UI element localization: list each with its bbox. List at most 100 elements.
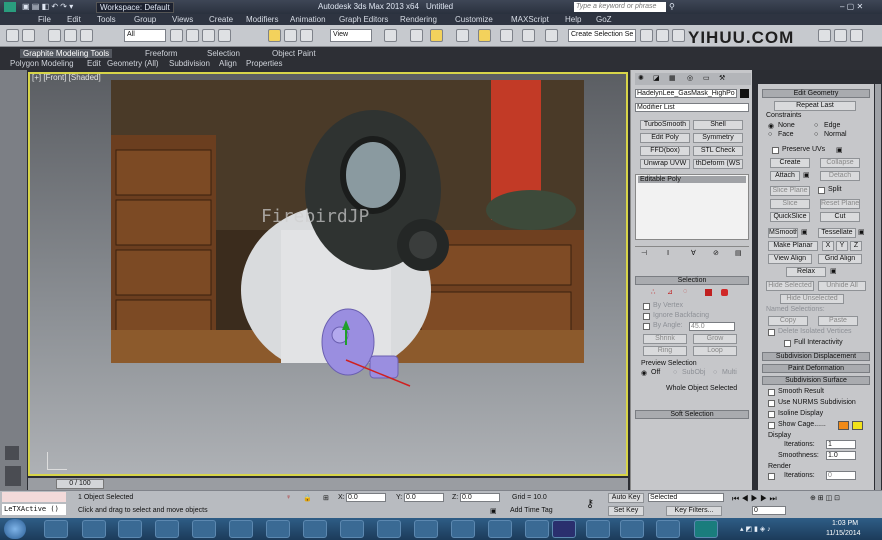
- show-cage-checkbox[interactable]: [768, 422, 775, 429]
- edit-geometry-header[interactable]: Edit Geometry: [762, 89, 870, 98]
- menu-edit[interactable]: Edit: [67, 15, 81, 24]
- 3dsmax-taskbar-icon[interactable]: [694, 520, 718, 538]
- turbosmooth-button[interactable]: TurboSmooth: [640, 120, 690, 130]
- msmooth-settings-icon[interactable]: ▣: [801, 228, 808, 236]
- tab-graphite-modeling-tools[interactable]: Graphite Modeling Tools: [20, 49, 113, 58]
- panel-align[interactable]: Align: [219, 59, 237, 68]
- by-angle-checkbox[interactable]: [643, 323, 650, 330]
- current-frame-field[interactable]: 0: [752, 506, 786, 515]
- maxscript-mini-icon[interactable]: [5, 446, 19, 460]
- gas-mask-model[interactable]: [300, 300, 430, 395]
- preview-off-radio[interactable]: ◉: [641, 369, 647, 377]
- app6-taskbar-icon[interactable]: [229, 520, 253, 538]
- object-name-field[interactable]: HadelynLee_GasMask_HighPo: [635, 89, 737, 98]
- app17-taskbar-icon[interactable]: [620, 520, 644, 538]
- app10-taskbar-icon[interactable]: [377, 520, 401, 538]
- hide-selected-button[interactable]: Hide Selected: [766, 281, 814, 291]
- vertex-level-icon[interactable]: ∴: [651, 288, 655, 296]
- menu-create[interactable]: Create: [209, 15, 233, 24]
- add-time-tag-button[interactable]: Add Time Tag: [510, 507, 553, 514]
- render-iterations-field[interactable]: 0: [826, 471, 856, 480]
- relax-settings-icon[interactable]: ▣: [830, 267, 837, 275]
- tab-selection[interactable]: Selection: [207, 49, 240, 58]
- selection-rollout-header[interactable]: Selection: [635, 276, 749, 285]
- bind-space-warp-icon[interactable]: [80, 29, 93, 42]
- app11-taskbar-icon[interactable]: [414, 520, 438, 538]
- isoline-display-checkbox[interactable]: [768, 411, 775, 418]
- thdeform-button[interactable]: thDeform (WS: [693, 159, 743, 169]
- ignore-backfacing-checkbox[interactable]: [643, 313, 650, 320]
- collapse-button[interactable]: Collapse: [820, 158, 860, 168]
- x-coordinate-field[interactable]: 0.0: [346, 493, 386, 502]
- paint-deformation-header[interactable]: Paint Deformation: [762, 364, 870, 373]
- make-planar-x-button[interactable]: X: [822, 241, 834, 251]
- panel-polygon-modeling[interactable]: Polygon Modeling: [10, 59, 74, 68]
- render-setup-icon[interactable]: [818, 29, 831, 42]
- mirror-icon[interactable]: [640, 29, 653, 42]
- system-tray-icons[interactable]: ▴ ◩ ▮ ◈ ♪: [740, 525, 771, 533]
- edit-named-selection-icon[interactable]: [545, 29, 558, 42]
- dropbox-taskbar-icon[interactable]: [525, 520, 549, 538]
- firefox-taskbar-icon[interactable]: [44, 520, 68, 538]
- maxscript-listener-pink[interactable]: [2, 492, 66, 502]
- panel-edit[interactable]: Edit: [87, 59, 101, 68]
- modify-tab-icon[interactable]: ◪: [653, 74, 660, 82]
- slice-plane-button[interactable]: Slice Plane: [770, 186, 810, 196]
- menu-group[interactable]: Group: [134, 15, 156, 24]
- menu-graph-editors[interactable]: Graph Editors: [339, 15, 388, 24]
- by-vertex-checkbox[interactable]: [643, 303, 650, 310]
- relax-button[interactable]: Relax: [786, 267, 826, 277]
- menu-tools[interactable]: Tools: [97, 15, 116, 24]
- auto-key-button[interactable]: Auto Key: [608, 493, 644, 503]
- menu-rendering[interactable]: Rendering: [400, 15, 437, 24]
- menu-views[interactable]: Views: [172, 15, 193, 24]
- select-and-move-icon[interactable]: [268, 29, 281, 42]
- edit-poly-button[interactable]: Edit Poly: [640, 133, 690, 143]
- detach-button[interactable]: Detach: [820, 171, 860, 181]
- slice-button[interactable]: Slice: [770, 199, 810, 209]
- shell-button[interactable]: Shell: [693, 120, 743, 130]
- constraint-normal-radio[interactable]: ○: [814, 131, 818, 138]
- preview-multi-radio[interactable]: ○: [713, 369, 717, 376]
- element-level-icon[interactable]: [721, 289, 728, 296]
- app8-taskbar-icon[interactable]: [303, 520, 327, 538]
- menu-file[interactable]: File: [38, 15, 51, 24]
- layer-manager-icon[interactable]: [672, 29, 685, 42]
- quick-access-icons[interactable]: ▣ ▤ ◧ ↶ ↷ ▾: [22, 2, 73, 11]
- subdivision-displacement-header[interactable]: Subdivision Displacement: [762, 352, 870, 361]
- create-button[interactable]: Create: [770, 158, 810, 168]
- viewport-label[interactable]: [+] [Front] [Shaded]: [32, 73, 101, 82]
- key-selection-dropdown[interactable]: Selected: [648, 493, 724, 502]
- photoshop-taskbar-icon[interactable]: [552, 520, 576, 538]
- rectangular-selection-icon[interactable]: [202, 29, 215, 42]
- unhide-all-button[interactable]: Unhide All: [818, 281, 866, 291]
- panel-geometry-all[interactable]: Geometry (All): [107, 59, 159, 68]
- time-slider-thumb[interactable]: 0 / 100: [56, 479, 104, 489]
- spinner-snap-icon[interactable]: [522, 29, 535, 42]
- named-selection-dropdown[interactable]: Create Selection Se: [568, 29, 636, 42]
- z-coordinate-field[interactable]: 0.0: [460, 493, 500, 502]
- align-icon[interactable]: [656, 29, 669, 42]
- render-production-icon[interactable]: [850, 29, 863, 42]
- menu-modifiers[interactable]: Modifiers: [246, 15, 278, 24]
- polygon-level-icon[interactable]: [705, 289, 712, 296]
- by-angle-field[interactable]: 45.0: [689, 322, 735, 331]
- y-coordinate-field[interactable]: 0.0: [404, 493, 444, 502]
- unlink-icon[interactable]: [64, 29, 77, 42]
- menu-goz[interactable]: GoZ: [596, 15, 612, 24]
- redo-icon[interactable]: [22, 29, 35, 42]
- viewport-mini-icon[interactable]: [5, 466, 21, 486]
- window-crossing-icon[interactable]: [218, 29, 231, 42]
- modifier-list-dropdown[interactable]: Modifier List: [635, 103, 749, 112]
- subobject-level-icons[interactable]: ∴ ⊿ ◌: [651, 288, 741, 297]
- smooth-result-checkbox[interactable]: [768, 389, 775, 396]
- workspace-dropdown[interactable]: Workspace: Default: [96, 2, 174, 13]
- quickslice-button[interactable]: QuickSlice: [770, 212, 810, 222]
- app12-taskbar-icon[interactable]: [451, 520, 475, 538]
- loop-button[interactable]: Loop: [693, 346, 737, 356]
- display-tab-icon[interactable]: ▭: [703, 74, 710, 82]
- key-icon[interactable]: ⚷: [586, 497, 594, 510]
- select-and-rotate-icon[interactable]: [284, 29, 297, 42]
- app18-taskbar-icon[interactable]: [656, 520, 680, 538]
- preview-subobj-radio[interactable]: ○: [673, 369, 677, 376]
